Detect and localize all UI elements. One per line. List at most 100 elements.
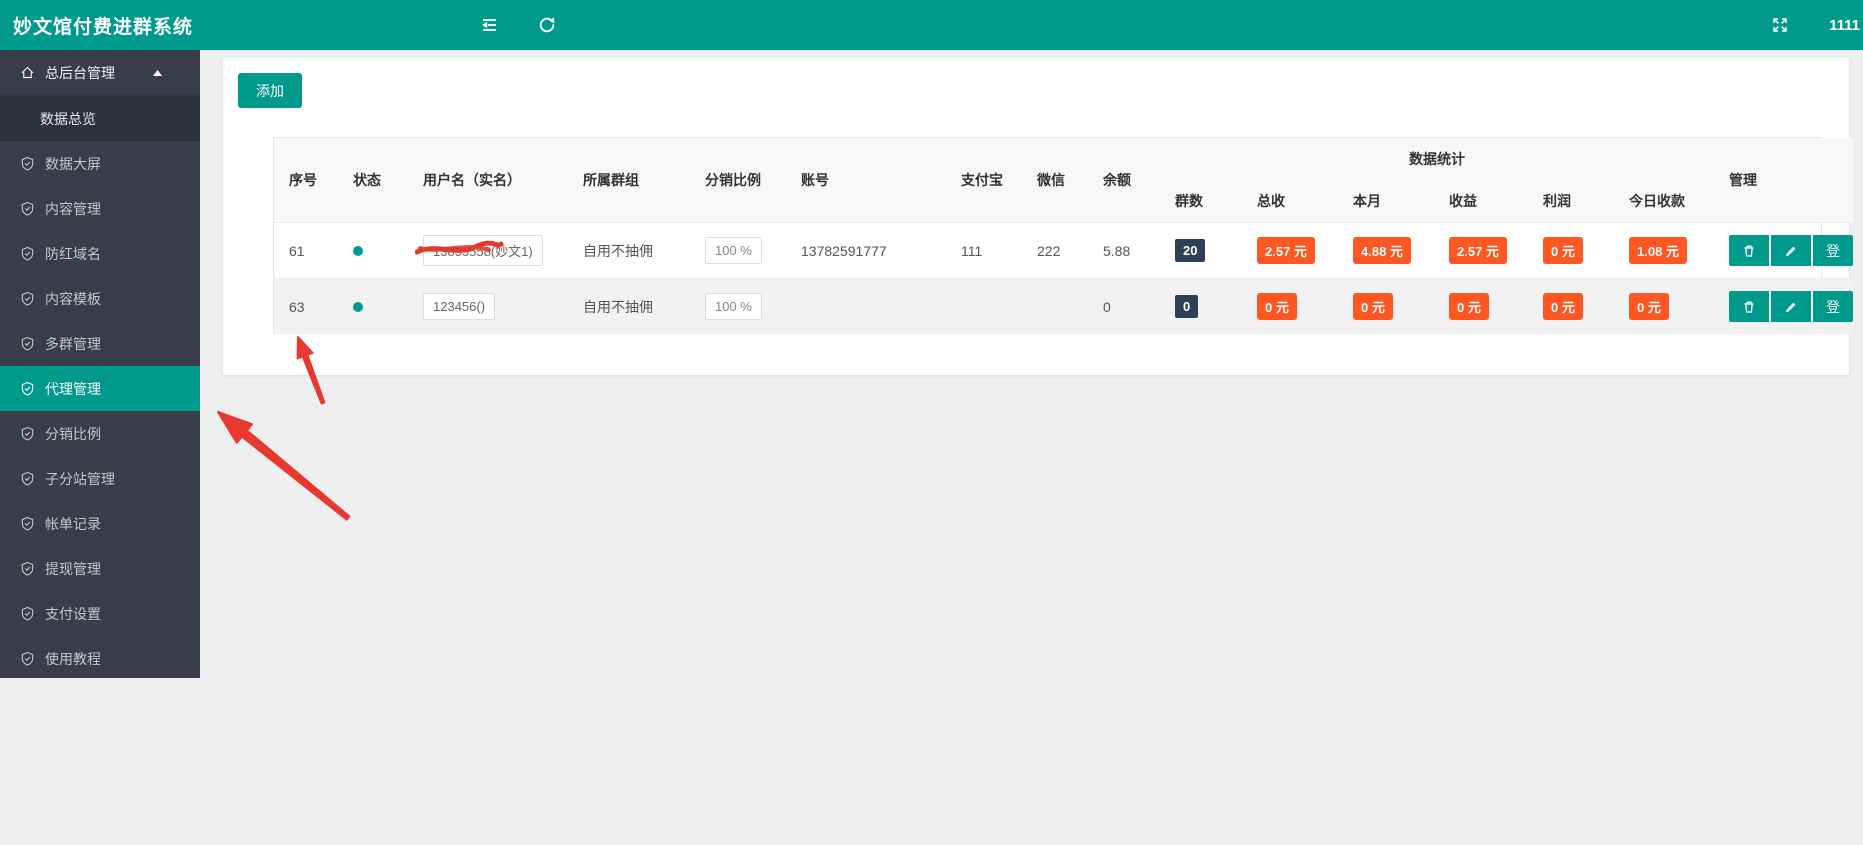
fullscreen-icon[interactable] <box>1769 14 1791 36</box>
shield-check-icon <box>21 606 34 621</box>
sidebar-item-payment-settings[interactable]: 支付设置 <box>0 591 200 636</box>
col-stats-group: 数据统计 <box>1160 138 1715 180</box>
status-dot <box>353 245 363 256</box>
sidebar-item-label: 支付设置 <box>45 605 101 622</box>
col-today: 今日收款 <box>1614 180 1715 223</box>
col-month: 本月 <box>1338 180 1434 223</box>
sidebar-item-label: 分销比例 <box>45 425 101 442</box>
income-badge: 2.57 元 <box>1449 237 1507 264</box>
refresh-icon[interactable] <box>536 14 558 36</box>
sidebar-item-content-management[interactable]: 内容管理 <box>0 186 200 231</box>
month-badge: 4.88 元 <box>1353 237 1411 264</box>
cell-account: 13782591777 <box>801 242 887 259</box>
sidebar-item-label: 子分站管理 <box>45 470 115 487</box>
delete-button[interactable] <box>1729 291 1770 322</box>
cell-group: 自用不抽佣 <box>583 242 653 259</box>
username-text: 13855558(妙文1) <box>433 244 533 259</box>
cell-ratio: 100 % <box>690 223 786 279</box>
profit-badge: 0 元 <box>1543 237 1583 264</box>
sidebar-item-content-template[interactable]: 内容模板 <box>0 276 200 321</box>
topbar-username[interactable]: 1111 <box>1829 17 1860 34</box>
table-row: 63 123456() 自用不抽佣 100 % 0 0 0 元 0 元 0 元 … <box>274 278 1854 334</box>
edit-button[interactable] <box>1771 235 1812 266</box>
edit-button[interactable] <box>1771 291 1812 322</box>
cell-alipay <box>946 278 1022 334</box>
shield-check-icon <box>21 561 34 576</box>
fullscreen-icon-glyph <box>1773 18 1787 32</box>
shield-check-icon <box>21 516 34 531</box>
username-box: 13855558(妙文1) <box>415 235 543 266</box>
shield-check-icon <box>21 471 34 486</box>
sidebar-item-distribution-ratio[interactable]: 分销比例 <box>0 411 200 456</box>
cell-today: 1.08 元 <box>1614 223 1714 279</box>
username-text: 123456() <box>433 299 486 314</box>
sidebar-item-backend-management[interactable]: 总后台管理 <box>0 50 200 96</box>
cell-total: 2.57 元 <box>1242 223 1338 279</box>
cell-wechat: 222 <box>1037 242 1061 259</box>
groups-badge: 20 <box>1175 239 1206 262</box>
add-button[interactable]: 添加 <box>238 73 302 108</box>
sidebar-item-multi-group-management[interactable]: 多群管理 <box>0 321 200 366</box>
action-button-group: 登 <box>1729 291 1854 322</box>
ratio-box: 100 % <box>705 293 762 320</box>
cell-seq: 63 <box>274 278 338 334</box>
topbar-right: 1111 <box>1769 0 1863 50</box>
cell-today: 0 元 <box>1614 278 1715 334</box>
sidebar-item-anti-red-domain[interactable]: 防红域名 <box>0 231 200 276</box>
collapse-menu-icon[interactable] <box>478 14 500 36</box>
cell-profit: 0 元 <box>1528 278 1614 334</box>
sidebar-item-label: 内容模板 <box>45 290 101 307</box>
login-button[interactable]: 登 <box>1813 235 1854 266</box>
cell-month: 0 元 <box>1338 278 1434 334</box>
sidebar-item-label: 帐单记录 <box>45 515 101 532</box>
shield-check-icon <box>21 381 34 396</box>
topbar: 妙文馆付费进群系统 1111 <box>0 0 1863 50</box>
cell-status <box>338 278 408 334</box>
shield-check-icon <box>21 156 34 171</box>
sidebar-item-data-overview[interactable]: 数据总览 <box>0 96 200 141</box>
cell-profit: 0 元 <box>1528 223 1614 279</box>
page: 妙文馆付费进群系统 1111 总后台管理 数据总览 数据大屏 内容管理 防红域名… <box>0 0 1863 845</box>
trash-icon <box>1744 245 1754 257</box>
sidebar-item-label: 总后台管理 <box>45 64 115 81</box>
col-balance: 余额 <box>1088 138 1160 223</box>
cell-group: 自用不抽佣 <box>568 278 690 334</box>
col-status: 状态 <box>338 138 408 223</box>
sidebar-item-label: 多群管理 <box>45 335 101 352</box>
login-button[interactable]: 登 <box>1813 291 1854 322</box>
today-badge: 1.08 元 <box>1629 237 1687 264</box>
total-badge: 0 元 <box>1257 293 1297 320</box>
action-button-group: 登 <box>1729 235 1854 266</box>
ratio-box: 100 % <box>705 237 762 264</box>
pencil-icon <box>1786 246 1796 256</box>
income-badge: 0 元 <box>1449 293 1489 320</box>
total-badge: 2.57 元 <box>1257 237 1315 264</box>
cell-status <box>338 223 408 279</box>
col-seq: 序号 <box>274 138 338 223</box>
profit-badge: 0 元 <box>1543 293 1583 320</box>
shield-check-icon <box>21 201 34 216</box>
sidebar-item-label: 代理管理 <box>45 380 101 397</box>
annotation-arrow-large <box>217 411 351 521</box>
delete-button[interactable] <box>1729 235 1770 266</box>
caret-up-icon <box>153 69 162 76</box>
sidebar-item-usage-tutorial[interactable]: 使用教程 <box>0 636 200 681</box>
sidebar-item-withdrawal-management[interactable]: 提现管理 <box>0 546 200 591</box>
cell-groups: 0 <box>1160 278 1242 334</box>
shield-check-icon <box>21 246 34 261</box>
cell-total: 0 元 <box>1242 278 1338 334</box>
collapse-menu-icon-glyph <box>482 19 496 31</box>
cell-wechat <box>1022 278 1088 334</box>
sidebar-item-bill-records[interactable]: 帐单记录 <box>0 501 200 546</box>
refresh-icon-glyph <box>539 17 555 33</box>
sidebar-item-data-screen[interactable]: 数据大屏 <box>0 141 200 186</box>
sidebar-item-agent-management[interactable]: 代理管理 <box>0 366 200 411</box>
cell-month: 4.88 元 <box>1338 223 1434 279</box>
agents-table: 序号 状态 用户名（实名） 所属群组 分销比例 账号 支付宝 微信 余额 数据统… <box>274 138 1854 334</box>
cell-manage: 登 <box>1714 223 1854 279</box>
table-row: 61 13855558(妙文1) 自用不抽佣 100 % 13782591777… <box>274 222 1854 279</box>
groups-badge: 0 <box>1175 295 1199 318</box>
cell-groups: 20 <box>1160 223 1242 279</box>
sidebar: 总后台管理 数据总览 数据大屏 内容管理 防红域名 内容模板 多群管理 代理管理… <box>0 50 200 678</box>
sidebar-item-substation-management[interactable]: 子分站管理 <box>0 456 200 501</box>
